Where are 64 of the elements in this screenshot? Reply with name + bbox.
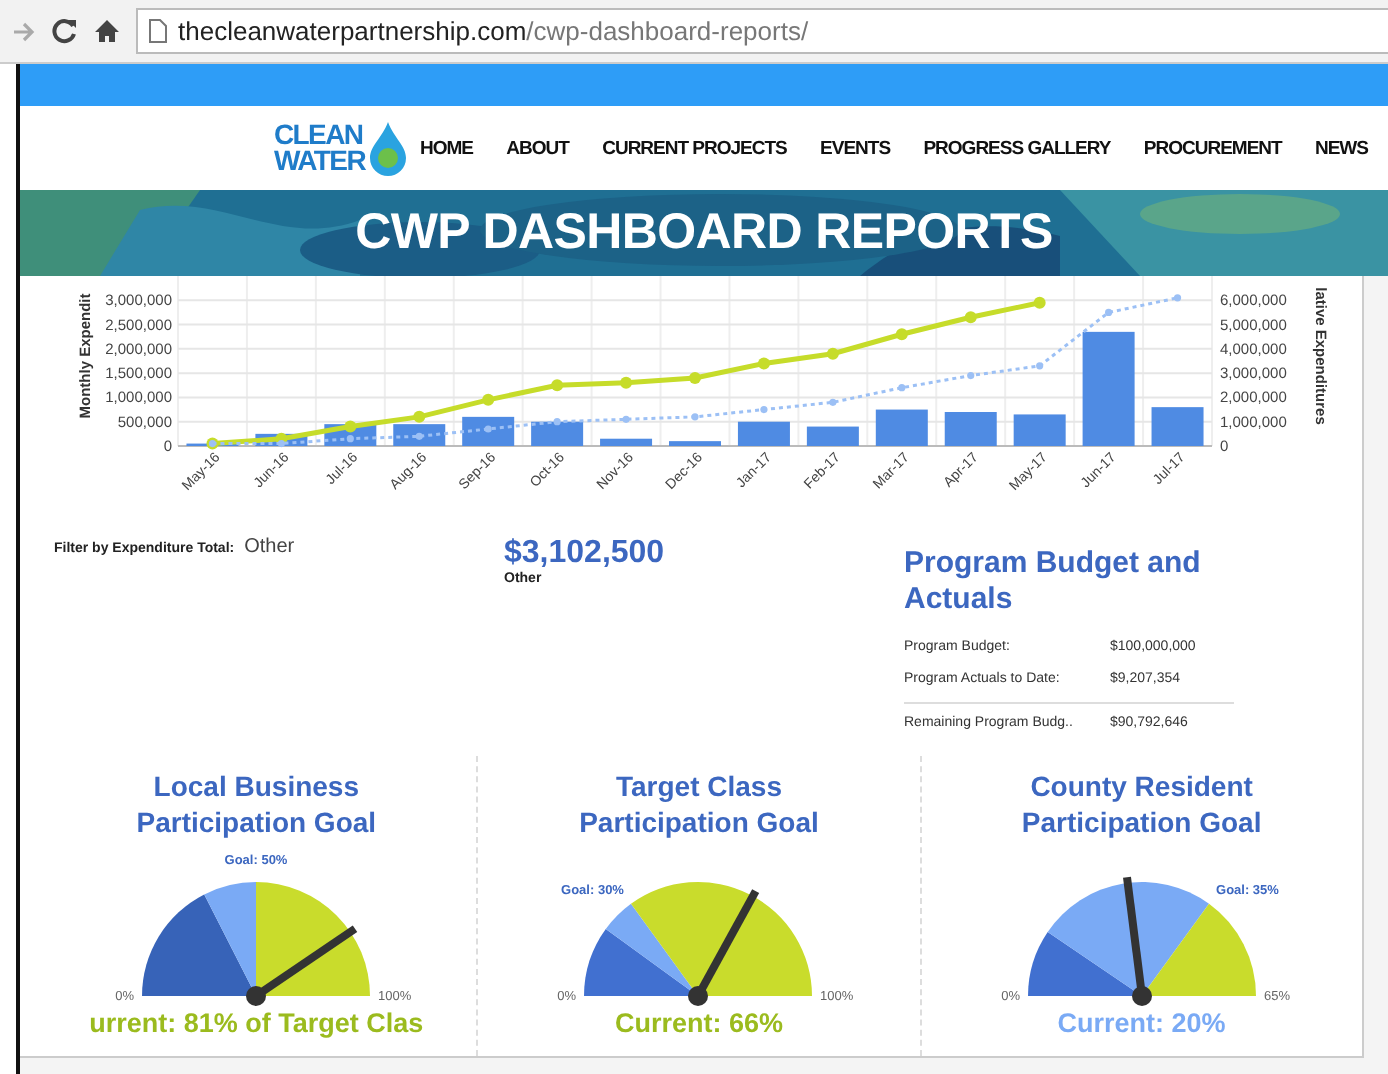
address-bar[interactable]: thecleanwaterpartnership.com/cwp-dashboard-reports/ [136, 8, 1388, 54]
chart-bar [944, 412, 997, 446]
logo-text[interactable]: CLEAN WATER [274, 122, 366, 174]
point [344, 420, 357, 433]
current-value: urrent: 81% of Target Clas [89, 1008, 424, 1038]
chart-bar [806, 426, 859, 446]
point [482, 393, 495, 406]
url-domain: thecleanwaterpartnership.com [178, 16, 527, 46]
point [413, 410, 426, 423]
point [553, 418, 561, 426]
point [620, 376, 633, 389]
nav-link[interactable]: NEWS [1314, 137, 1368, 159]
url-path: /cwp-dashboard-reports/ [526, 16, 809, 46]
point [1105, 308, 1113, 317]
point [346, 435, 354, 443]
point [898, 384, 906, 392]
nav-link[interactable]: ABOUT [506, 137, 569, 159]
point [760, 405, 768, 414]
chart-bar [1082, 331, 1135, 446]
nav-link[interactable]: HOME [420, 137, 473, 159]
point [1033, 296, 1046, 309]
filter-value[interactable]: Other [244, 536, 295, 558]
budget-title: Program Budget and Actuals [904, 546, 1203, 618]
nav-link[interactable]: PROCUREMENT [1143, 137, 1282, 159]
point [1036, 362, 1044, 370]
nav-link[interactable]: PROGRESS GALLERY [923, 137, 1111, 159]
chart-bar [737, 421, 790, 446]
chart-bar [875, 409, 928, 446]
water-drop-icon [367, 120, 408, 176]
current-value: Current: 20% [1057, 1008, 1226, 1038]
current-value: Current: 66% [614, 1008, 783, 1038]
point [691, 413, 699, 421]
point [757, 357, 770, 370]
point [964, 311, 977, 324]
point [622, 415, 630, 423]
page-icon [148, 18, 168, 44]
nav-link[interactable]: CURRENT PROJECTS [602, 137, 787, 159]
gauge-title: Local Business Participation Goal [134, 768, 379, 840]
reload-icon[interactable] [52, 18, 78, 44]
point [826, 347, 839, 360]
gauge-title: Target Class Participation Goal [577, 768, 821, 840]
point [967, 371, 975, 380]
home-icon[interactable] [94, 18, 120, 44]
nav-link[interactable]: EVENTS [820, 137, 891, 159]
point [551, 379, 564, 392]
chart-bar [600, 438, 653, 446]
total-amount: $3,102,500 [504, 536, 667, 571]
point [1173, 294, 1182, 302]
gauge-title: County Resident Participation Goal [1019, 768, 1264, 840]
point [689, 372, 701, 384]
gauge-needle [688, 889, 761, 1006]
chart-bar [669, 441, 721, 446]
chart-bar [462, 416, 515, 446]
chart-bar [1013, 414, 1066, 446]
point [277, 439, 285, 448]
chart-bar [393, 424, 446, 446]
point [484, 425, 492, 433]
gauge-needle [1122, 876, 1152, 1006]
point [415, 432, 423, 440]
chart-bar [1151, 407, 1204, 446]
point [895, 328, 908, 341]
page-title: CWP DASHBOARD REPORTS [355, 204, 1053, 262]
point [829, 398, 837, 406]
gauge-needle [246, 925, 358, 1006]
